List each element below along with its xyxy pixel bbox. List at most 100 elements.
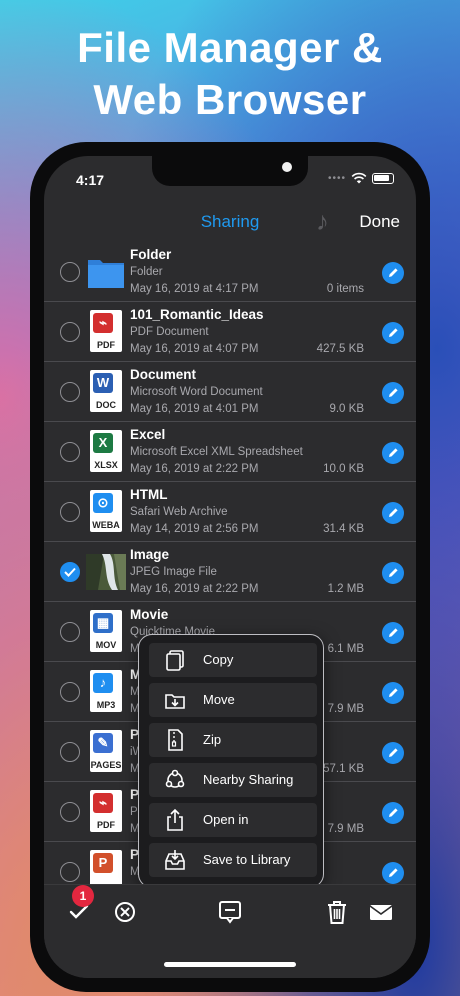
selection-count-badge: 1 [72,885,94,907]
file-date: May 16, 2019 at 4:07 PM [130,343,259,355]
file-row[interactable]: Folder Folder May 16, 2019 at 4:17 PM 0 ite… [44,242,416,302]
pdf-icon: ⌁ PDF [86,788,126,836]
zip-icon [168,729,183,751]
file-size: 10.0 KB [323,463,364,475]
menu-item-save-to-library[interactable]: Save to Library [149,843,317,877]
file-date: May 16, 2019 at 2:22 PM [130,583,259,595]
menu-item-label: Copy [203,652,234,667]
file-date: May 16, 2019 at 2:22 PM [130,463,259,475]
edit-button[interactable] [382,802,404,824]
file-name: 101_Romantic_Ideas [130,307,264,322]
app-screen: 4:17 •••• Sharing ♪ Done Folder Folder May… [44,156,416,978]
file-date: May 16, 2019 at 4:17 PM [130,283,259,295]
edit-button[interactable] [382,622,404,644]
home-indicator [164,962,296,967]
file-size: 1.2 MB [327,583,364,595]
menu-item-open-in[interactable]: Open in [149,803,317,837]
notch [152,156,308,186]
file-type: Microsoft Excel XML Spreadsheet [130,446,303,458]
deselect-icon [115,902,135,922]
radio-button[interactable] [60,382,80,402]
file-size: 0 items [326,283,364,295]
delete-button[interactable] [324,899,350,925]
edit-button[interactable] [382,682,404,704]
movie-icon: ▦ MOV [86,608,126,656]
excel-icon: X XLSX [86,428,126,476]
radio-button[interactable] [60,322,80,342]
pencil-icon [389,268,398,277]
menu-item-label: Open in [203,812,249,827]
file-type: PDF Document [130,326,209,338]
file-date: May 16, 2019 at 4:01 PM [130,403,259,415]
file-name: Folder [130,247,172,262]
menu-item-zip[interactable]: Zip [149,723,317,757]
menu-item-move[interactable]: Move [149,683,317,717]
edit-button[interactable] [382,322,404,344]
menu-item-label: Zip [203,732,222,747]
camera-dot [282,162,292,172]
radio-button[interactable] [60,262,80,282]
music-note-icon[interactable]: ♪ [316,206,329,237]
status-time: 4:17 [76,172,105,188]
share-popup-menu: Copy Move Zip Nearby Sharing Open in Save to … [138,634,324,888]
file-type: JPEG Image File [130,566,217,578]
deselect-button[interactable] [112,899,138,925]
radio-button[interactable] [60,862,80,882]
file-type: Safari Web Archive [130,506,228,518]
check-icon [64,567,76,577]
edit-button[interactable] [382,742,404,764]
radio-button[interactable] [60,802,80,822]
share-menu-icon [219,901,241,924]
file-size: 7.9 MB [327,823,364,835]
edit-button[interactable] [382,502,404,524]
file-date: May 14, 2019 at 2:56 PM [130,523,259,535]
file-row[interactable]: W DOC Document Microsoft Word Document May 1… [44,362,416,422]
headline-line-1: File Manager & [77,24,383,71]
edit-button[interactable] [382,382,404,404]
file-row[interactable]: Image JPEG Image File May 16, 2019 at 2:22… [44,542,416,602]
pencil-icon [389,748,398,757]
radio-button[interactable] [60,682,80,702]
save-to-library-icon [165,850,185,870]
file-name: Excel [130,427,166,442]
phone-frame: 4:17 •••• Sharing ♪ Done Folder Folder May… [30,142,430,992]
menu-item-copy[interactable]: Copy [149,643,317,677]
checked-radio-icon[interactable] [60,562,80,582]
pencil-icon [389,388,398,397]
menu-item-nearby-sharing[interactable]: Nearby Sharing [149,763,317,797]
select-all-button[interactable]: 1 [66,885,94,925]
edit-button[interactable] [382,442,404,464]
edit-button[interactable] [382,562,404,584]
mail-icon [369,905,393,920]
file-row[interactable]: ⊙ WEBA HTML Safari Web Archive May 14, 2019 … [44,482,416,542]
file-row[interactable]: X XLSX Excel Microsoft Excel XML Spreadshee… [44,422,416,482]
file-size: 6.1 MB [327,643,364,655]
status-icons: •••• [328,172,394,184]
edit-button[interactable] [382,262,404,284]
file-row[interactable]: ⌁ PDF 101_Romantic_Ideas PDF Document May 16… [44,302,416,362]
share-menu-button[interactable] [217,899,243,925]
signal-dots-icon: •••• [327,172,346,184]
pencil-icon [389,868,398,877]
move-icon [165,694,185,709]
safari-icon: ⊙ WEBA [86,488,126,536]
radio-button[interactable] [60,442,80,462]
radio-button[interactable] [60,622,80,642]
nearby-sharing-icon [165,769,185,788]
radio-button[interactable] [60,742,80,762]
file-name: Image [130,547,170,562]
pencil-icon [389,808,398,817]
mail-button[interactable] [368,899,394,925]
folder-icon [86,248,126,296]
pencil-icon [389,448,398,457]
file-type: Folder [130,266,163,278]
file-size: 427.5 KB [316,343,364,355]
done-button[interactable]: Done [359,212,400,232]
wifi-icon [351,172,367,184]
file-size: 9.0 KB [329,403,364,415]
image-thumbnail [86,548,126,596]
edit-button[interactable] [382,862,404,884]
pencil-icon [389,628,398,637]
pencil-icon [389,568,398,577]
radio-button[interactable] [60,502,80,522]
